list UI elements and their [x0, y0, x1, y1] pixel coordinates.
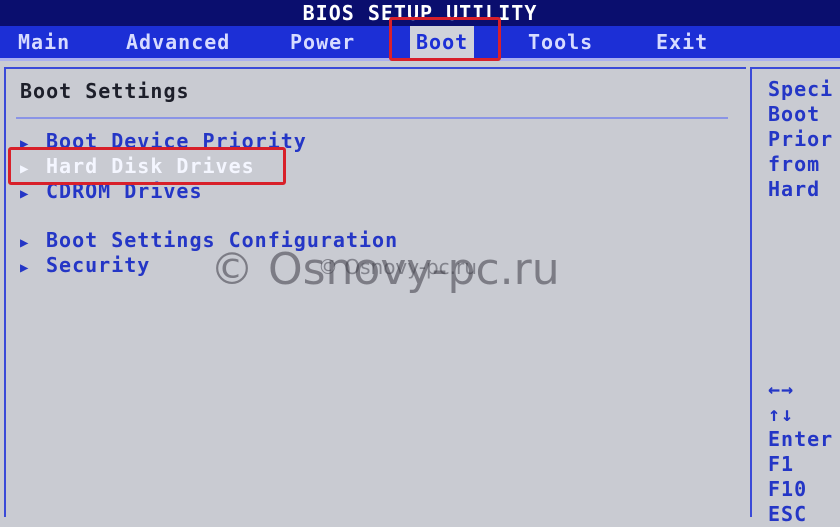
help-line: Prior	[768, 127, 834, 151]
key-left-right: ←→	[768, 377, 795, 401]
help-panel: Speci Boot Prior from Hard ←→ ↑↓ Enter F…	[750, 67, 840, 526]
help-line: from	[768, 152, 821, 176]
watermark-secondary: © Osnovy-pc.ru	[318, 255, 477, 279]
key-legend: ←→ ↑↓ Enter F1 F10 ESC	[768, 377, 833, 527]
key-esc: ESC	[768, 502, 808, 526]
help-line: Hard	[768, 177, 821, 201]
menu-item-hard-disk-drives[interactable]: ▶ Hard Disk Drives	[20, 154, 255, 178]
key-f10: F10	[768, 477, 808, 501]
page-title: Boot Settings	[20, 79, 190, 103]
divider	[16, 117, 728, 119]
menu-tabs: Main Advanced Power Boot Tools Exit	[0, 26, 840, 61]
submenu-arrow-icon: ▶	[20, 186, 30, 202]
tab-power[interactable]: Power	[290, 26, 355, 58]
key-up-down: ↑↓	[768, 402, 795, 426]
submenu-arrow-icon: ▶	[20, 161, 30, 177]
submenu-arrow-icon: ▶	[20, 260, 30, 276]
tab-advanced[interactable]: Advanced	[126, 26, 230, 58]
help-line: Boot	[768, 102, 821, 126]
bios-title: BIOS SETUP UTILITY	[302, 1, 538, 25]
tab-exit[interactable]: Exit	[656, 26, 708, 58]
help-line: Speci	[768, 77, 834, 101]
key-f1: F1	[768, 452, 795, 476]
submenu-arrow-icon: ▶	[20, 235, 30, 251]
menu-item-cdrom-drives[interactable]: ▶ CDROM Drives	[20, 179, 203, 203]
tab-tools[interactable]: Tools	[528, 26, 593, 58]
key-enter: Enter	[768, 427, 834, 451]
menu-item-boot-device-priority[interactable]: ▶ Boot Device Priority	[20, 129, 307, 153]
tab-boot[interactable]: Boot	[410, 26, 475, 58]
tab-main[interactable]: Main	[18, 26, 70, 58]
submenu-arrow-icon: ▶	[20, 136, 30, 152]
menu-item-security[interactable]: ▶ Security	[20, 253, 150, 277]
